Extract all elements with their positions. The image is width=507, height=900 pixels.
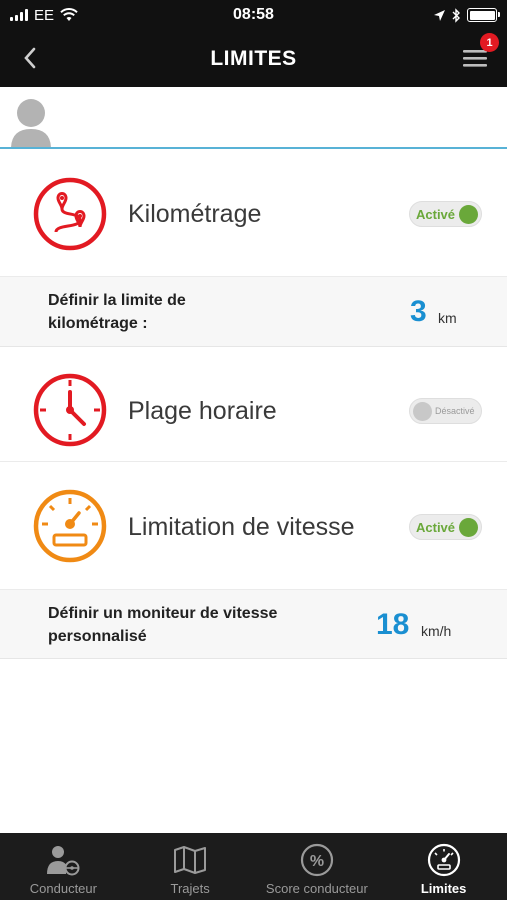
bluetooth-icon <box>452 7 460 23</box>
svg-text:%: % <box>310 853 324 870</box>
wifi-icon <box>60 8 78 21</box>
toggle-knob <box>413 402 432 421</box>
map-icon <box>173 843 207 877</box>
gauge-icon <box>427 843 461 877</box>
status-right <box>433 7 500 23</box>
chevron-left-icon <box>24 47 36 69</box>
location-arrow-icon <box>434 9 445 21</box>
speed-monitor-label-line2: personnalisé <box>48 628 147 645</box>
toggle-knob <box>459 205 478 224</box>
driver-profile-strip[interactable] <box>0 87 507 149</box>
battery-icon <box>467 8 500 22</box>
toggle-knob <box>459 518 478 537</box>
speed-monitor-label-line1: Définir un moniteur de vitesse <box>48 605 278 622</box>
tab-bar: Conducteur Trajets % Score conducteur Li… <box>0 833 507 900</box>
page-title: LIMITES <box>210 46 297 70</box>
mileage-limit-label-line2: kilométrage : <box>48 315 148 332</box>
carrier-label: EE <box>34 6 55 24</box>
notification-badge: 1 <box>480 33 499 52</box>
percent-icon: % <box>300 843 334 877</box>
toggle-state-label: Activé <box>416 207 456 222</box>
mileage-limit-row[interactable]: Définir la limite de kilométrage : 3 km <box>0 277 507 347</box>
route-pin-icon <box>33 177 107 251</box>
nav-bar: LIMITES 1 <box>0 30 507 87</box>
clock-icon <box>33 373 107 447</box>
signal-icon <box>10 9 28 21</box>
avatar <box>11 99 51 147</box>
tab-trajets[interactable]: Trajets <box>127 833 254 900</box>
speedometer-icon <box>33 489 107 563</box>
speed-limit-feature-row: Limitation de vitesse Activé <box>0 462 507 590</box>
driver-icon <box>46 843 80 877</box>
speed-limit-label: Limitation de vitesse <box>128 513 355 541</box>
speed-monitor-unit: km/h <box>421 623 452 639</box>
mileage-limit-value[interactable]: 3 <box>410 295 427 329</box>
toggle-state-label: Désactivé <box>435 406 475 416</box>
mileage-limit-label: Définir la limite de kilométrage : <box>48 289 308 335</box>
mileage-label: Kilométrage <box>128 200 262 228</box>
tab-conducteur[interactable]: Conducteur <box>0 833 127 900</box>
tab-label: Trajets <box>170 881 210 896</box>
menu-button[interactable]: 1 <box>461 33 499 72</box>
mileage-toggle[interactable]: Activé <box>409 201 482 227</box>
toggle-state-label: Activé <box>416 520 456 535</box>
tab-limites[interactable]: Limites <box>380 833 507 900</box>
status-left: EE <box>10 7 78 24</box>
tab-label: Conducteur <box>29 881 97 896</box>
tab-label: Limites <box>420 881 467 896</box>
status-bar: EE 08:58 <box>0 0 507 30</box>
time-range-label: Plage horaire <box>128 397 277 425</box>
tab-score-conducteur[interactable]: % Score conducteur <box>254 833 381 900</box>
speed-monitor-value[interactable]: 18 <box>376 608 409 642</box>
mileage-limit-label-line1: Définir la limite de <box>48 292 186 309</box>
mileage-limit-unit: km <box>438 310 457 326</box>
mileage-feature-row: Kilométrage Activé <box>0 150 507 277</box>
time-range-toggle[interactable]: Désactivé <box>409 398 482 424</box>
back-button[interactable] <box>14 42 46 74</box>
hamburger-icon <box>463 50 487 67</box>
time-range-feature-row: Plage horaire Désactivé <box>0 347 507 462</box>
speed-monitor-row[interactable]: Définir un moniteur de vitesse personnal… <box>0 590 507 659</box>
tab-label: Score conducteur <box>265 881 368 896</box>
speed-limit-toggle[interactable]: Activé <box>409 514 482 540</box>
speed-monitor-label: Définir un moniteur de vitesse personnal… <box>48 602 308 648</box>
